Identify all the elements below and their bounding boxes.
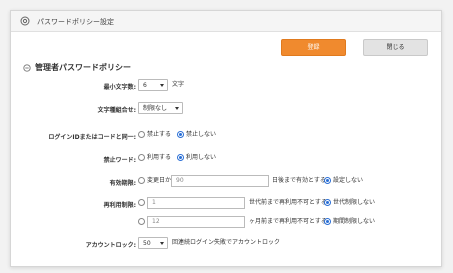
reuse-period-none-label: 期間制限しない bbox=[333, 218, 376, 225]
reuse-period-row: 12 ヶ月前まで再利用不可とする 期間制限しない bbox=[11, 216, 441, 232]
char-combo-row: 文字種組合せ: 制限なし bbox=[11, 102, 441, 118]
register-button[interactable]: 登録 bbox=[281, 39, 346, 56]
forbidden-word-nouse-label: 利用しない bbox=[186, 154, 217, 161]
reuse-generation-row: 再利用制限: 1 世代前まで再利用不可とする 世代制限しない bbox=[11, 197, 441, 213]
settings-gear-icon bbox=[20, 16, 30, 26]
char-combo-select[interactable]: 制限なし bbox=[138, 102, 183, 114]
forbidden-word-use-label: 利用する bbox=[147, 154, 172, 161]
reuse-label: 再利用制限: bbox=[103, 202, 136, 209]
password-policy-window: パスワードポリシー設定 登録 閉じる 管理者パスワードポリシー 最小文字数: 6… bbox=[10, 10, 442, 267]
min-length-select[interactable]: 6 bbox=[138, 79, 168, 91]
reuse-generation-radio[interactable] bbox=[138, 199, 145, 206]
reuse-period-radio[interactable] bbox=[138, 218, 145, 225]
char-combo-value: 制限なし bbox=[143, 105, 168, 112]
forbidden-word-row: 禁止ワード: 利用する 利用しない bbox=[11, 152, 441, 168]
lockout-select[interactable]: 50 bbox=[138, 237, 168, 249]
login-id-row: ログインIDまたはコードと同一: 禁止する 禁止しない bbox=[11, 129, 441, 145]
reuse-generation-none-radio[interactable] bbox=[324, 199, 331, 206]
login-id-allow-label: 禁止しない bbox=[186, 131, 217, 138]
min-length-row: 最小文字数: 6 文字 bbox=[11, 79, 441, 95]
min-length-label: 最小文字数: bbox=[103, 84, 136, 91]
expiry-row: 有効期限: 変更日から 90 日後まで有効とする 設定しない bbox=[11, 175, 441, 191]
forbidden-word-label: 禁止ワード: bbox=[103, 157, 136, 164]
forbidden-word-use-radio[interactable] bbox=[138, 154, 145, 161]
window-title: パスワードポリシー設定 bbox=[37, 18, 114, 26]
lockout-value: 50 bbox=[143, 240, 151, 247]
min-length-value: 6 bbox=[143, 82, 147, 89]
reuse-generation-input[interactable]: 1 bbox=[147, 197, 245, 209]
reuse-period-none-radio[interactable] bbox=[324, 218, 331, 225]
expiry-none-label: 設定しない bbox=[333, 177, 364, 184]
login-id-allow-radio[interactable] bbox=[177, 131, 184, 138]
login-id-forbid-radio[interactable] bbox=[138, 131, 145, 138]
expiry-days-input[interactable]: 90 bbox=[171, 175, 269, 187]
chevron-down-icon bbox=[160, 84, 164, 87]
collapse-circle-icon[interactable] bbox=[23, 64, 31, 72]
reuse-generation-suffix: 世代前まで再利用不可とする bbox=[249, 199, 327, 206]
login-id-forbid-label: 禁止する bbox=[147, 131, 172, 138]
login-id-label: ログインIDまたはコードと同一: bbox=[48, 134, 136, 141]
expiry-days-suffix: 日後まで有効とする bbox=[272, 177, 326, 184]
expiry-none-radio[interactable] bbox=[324, 177, 331, 184]
forbidden-word-nouse-radio[interactable] bbox=[177, 154, 184, 161]
reuse-period-suffix: ヶ月前まで再利用不可とする bbox=[249, 218, 327, 225]
lockout-suffix: 回連続ログイン失敗でアカウントロック bbox=[172, 239, 281, 246]
expiry-label: 有効期限: bbox=[109, 180, 136, 187]
expiry-from-radio[interactable] bbox=[138, 177, 145, 184]
close-button[interactable]: 閉じる bbox=[363, 39, 428, 56]
reuse-generation-none-label: 世代制限しない bbox=[333, 199, 376, 206]
section-title: 管理者パスワードポリシー bbox=[35, 63, 131, 72]
chevron-down-icon bbox=[175, 107, 179, 110]
lockout-label: アカウントロック: bbox=[85, 242, 136, 249]
reuse-period-input[interactable]: 12 bbox=[147, 216, 245, 228]
lockout-row: アカウントロック: 50 回連続ログイン失敗でアカウントロック bbox=[11, 237, 441, 253]
chevron-down-icon bbox=[160, 242, 164, 245]
min-length-suffix: 文字 bbox=[172, 81, 185, 88]
char-combo-label: 文字種組合せ: bbox=[97, 107, 136, 114]
title-bar: パスワードポリシー設定 bbox=[11, 11, 441, 32]
